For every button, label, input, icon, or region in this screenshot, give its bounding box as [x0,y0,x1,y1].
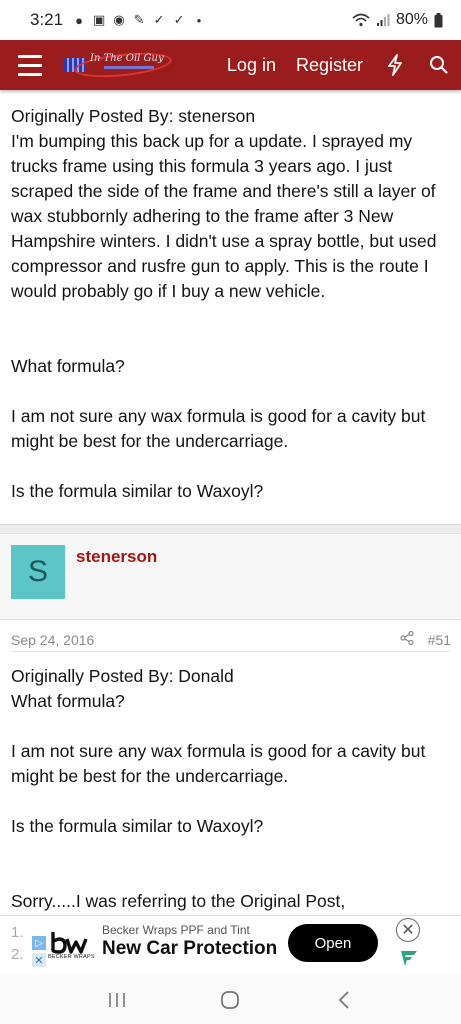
list-numbers: 1. 2. [11,924,24,963]
share-icon[interactable] [400,630,414,648]
quote-text: I'm bumping this back up for a update. I… [11,131,437,301]
post-date[interactable]: Sep 24, 2016 [11,632,94,648]
post-text: What formula? [11,356,125,376]
avatar[interactable]: S [11,545,65,599]
ad-info-icon[interactable]: ▷ [32,936,46,950]
status-right: 80% [352,11,443,29]
post-text: I am not sure any wax formula is good fo… [11,406,426,451]
ad-banner[interactable]: 1. 2. ▷ ✕ BECKER WRAPS Becker Wraps PPF … [0,915,461,971]
login-link[interactable]: Log in [217,55,286,76]
ad-open-button[interactable]: Open [288,924,378,962]
post-content: Originally Posted By: Donald What formul… [0,664,461,914]
lightning-icon[interactable] [373,40,417,90]
status-time: 3:21 [30,10,64,29]
post-number-link[interactable]: #51 [428,632,451,648]
search-icon[interactable] [417,40,461,90]
notification-icons: ● ▣ ◉ ✎ ✓ ✓ ● [71,12,207,28]
back-button[interactable] [324,985,364,1015]
ad-headline: New Car Protection [102,938,278,959]
post-meta: Sep 24, 2016 #51 [11,628,451,652]
becker-wraps-logo [51,932,88,954]
dot-icon: ● [196,15,202,25]
quote-header: Originally Posted By: Donald [11,666,234,686]
recent-apps-button[interactable] [97,985,137,1015]
register-link[interactable]: Register [286,55,373,76]
username-link[interactable]: stenerson [76,547,157,567]
checkmark-icon: ✓ [153,12,165,27]
post-divider [0,524,461,534]
close-icon[interactable]: ✕ [396,918,420,942]
quote-text: Is the formula similar to Waxoyl? [11,816,264,836]
wifi-icon [352,13,370,27]
post-body: Originally Posted By: Donald What formul… [0,664,461,914]
battery-icon [434,12,443,27]
menu-icon[interactable] [0,40,60,90]
app-icon: ◉ [113,12,125,27]
ad-x-icon[interactable]: ✕ [32,953,46,967]
chat-bubble-icon: ● [75,12,84,28]
post-text: Is the formula similar to Waxoyl? [11,481,264,501]
status-bar: 3:21 ● ▣ ◉ ✎ ✓ ✓ ● 80% [0,0,461,40]
ad-advertiser: Becker Wraps PPF and Tint [102,923,250,937]
site-logo[interactable]: In The Oil Guy [64,48,174,82]
battery-percent: 80% [395,11,428,28]
pencil-icon: ✎ [133,12,145,27]
message-icon: ▣ [92,12,106,27]
checkmark-icon: ✓ [173,12,185,27]
ad-content[interactable]: ▷ ✕ BECKER WRAPS Becker Wraps PPF and Ti… [30,916,390,971]
member-info: S stenerson [0,535,461,620]
ad-logo-caption: BECKER WRAPS [48,954,95,960]
freestar-icon[interactable] [399,948,419,968]
quote-text: I am not sure any wax formula is good fo… [11,741,426,786]
post-body: Originally Posted By: stenerson I'm bump… [0,104,461,504]
home-button[interactable] [210,985,250,1015]
signal-icon [376,14,390,26]
site-header: In The Oil Guy Log in Register [0,40,461,90]
system-nav-bar [0,975,461,1024]
quote-header: Originally Posted By: stenerson [11,106,256,126]
post-content: Originally Posted By: stenerson I'm bump… [0,90,461,504]
quote-text: What formula? [11,691,125,711]
post-text: Sorry.....I was referring to the Origina… [11,891,346,911]
